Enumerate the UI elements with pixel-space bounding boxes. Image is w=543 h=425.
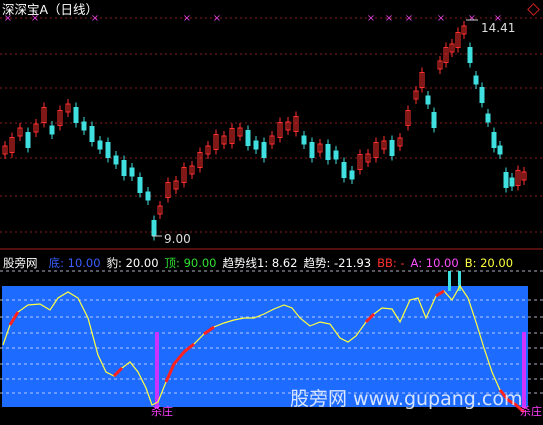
candle [73,107,79,123]
indicator-item-label: A: [410,256,426,270]
candle [137,177,143,193]
indicator-item-value: 20.00 [125,256,159,270]
signal-label-right: 杀庄 [520,405,542,418]
indicator-item-label: B: [464,256,481,270]
candle [425,95,431,105]
indicator-item-label: 豹: [106,256,126,270]
indicator-item: BB: - [377,256,404,270]
indicator-item-label: BB: [377,256,401,270]
candle [105,142,111,158]
x-marker: × [405,13,413,24]
signal-bar-right [522,332,526,408]
candle [309,142,315,158]
indicator-item: A: 10.00 [411,256,459,270]
candle [503,172,509,188]
indicator-item-value: 8.62 [271,256,298,270]
indicator-item-label: 趋势线1: [222,256,272,270]
candle [389,140,395,156]
indicator-item-value: - [400,256,405,270]
indicator-item-label: 趋势: [303,256,334,270]
candle [49,125,55,135]
x-marker: × [213,13,221,24]
x-marker: × [437,13,445,24]
x-marker: × [385,13,393,24]
candle [245,130,251,146]
indicator-item-label: 顶: [164,256,184,270]
candle [509,177,515,187]
candle [151,220,157,236]
candle [341,162,347,178]
candle [81,121,87,131]
candle [301,135,307,145]
high-price-label: 14.41 [481,21,516,35]
indicator-item: B: 20.00 [465,256,513,270]
low-price-label: 9.00 [164,232,191,246]
indicator-item: 豹: 20.00 [107,256,159,270]
price-gridlines [0,17,543,233]
indicator-header: 股旁网 底: 10.00 豹: 20.00 顶: 90.00 趋势线1: 8.62 趋势… [3,252,525,270]
x-marker: × [367,13,375,24]
candle [497,145,503,155]
candle [479,87,485,103]
indicator-item: 底: 10.00 [49,256,101,270]
indicator-item: 趋势线1: 8.62 [223,256,298,270]
candle [261,142,267,158]
candle [473,75,479,85]
candle [333,150,339,160]
candle [145,191,151,201]
candle [491,132,497,148]
candle [129,167,135,177]
signal-bar-left [155,332,159,408]
indicator-item-value: 10.00 [425,256,459,270]
indicator-item-value: 90.00 [183,256,217,270]
indicator-item-value: 20.00 [480,256,514,270]
candle [349,170,355,180]
candle [89,126,95,142]
signal-label-left: 杀庄 [151,405,173,418]
candle [485,113,491,123]
indicator-name: 股旁网 [3,256,38,270]
candle [97,140,103,150]
indicator-item-value: 10.00 [67,256,101,270]
x-marker: × [468,13,476,24]
candle [113,155,119,165]
watermark: 股旁网 www.gupang.com [290,388,523,410]
chart-title: 深深宝A（日线） [2,2,99,17]
x-marker: × [183,13,191,24]
indicator-item: 趋势: -21.93 [303,256,371,270]
candle [25,132,31,148]
signal-bar-top [448,271,451,291]
candle [431,112,437,128]
indicator-item: 顶: 90.00 [165,256,217,270]
indicator-item-value: -21.93 [334,256,372,270]
candle [325,144,331,160]
candle [467,47,473,63]
candle [121,160,127,176]
stock-chart[interactable]: × × × × × × × × × × × [0,0,543,425]
indicator-item-label: 底: [48,256,68,270]
candle [253,140,259,150]
